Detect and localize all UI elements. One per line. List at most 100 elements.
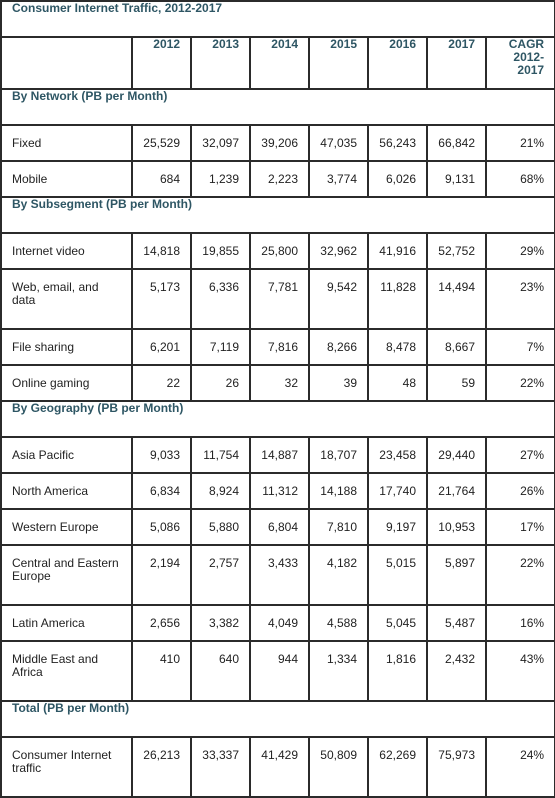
value-cell-2016: 11,828 [367, 268, 428, 330]
table-row: Fixed 25,529 32,097 39,206 47,035 56,243 66,84… [0, 124, 555, 162]
value-cell-2012: 410 [131, 640, 192, 702]
value-cell-2016: 56,243 [367, 124, 428, 162]
value-cell-2016: 5,045 [367, 604, 428, 642]
value-cell-2013: 640 [190, 640, 251, 702]
value-cell-2017: 52,752 [426, 232, 487, 270]
value-cell-2015: 9,542 [308, 268, 369, 330]
value-cell-2016: 1,816 [367, 640, 428, 702]
value-cell-2013: 2,757 [190, 544, 251, 606]
title-row: Consumer Internet Traffic, 2012-2017 [0, 0, 555, 38]
table-row: Western Europe 5,086 5,880 6,804 7,810 9,197 1… [0, 508, 555, 546]
row-label: Web, email, and data [0, 268, 133, 330]
value-cell-2013: 26 [190, 364, 251, 402]
value-cell-2015: 39 [308, 364, 369, 402]
value-cell-2014: 2,223 [249, 160, 310, 198]
value-cell-2013: 5,880 [190, 508, 251, 546]
value-cell-2015: 18,707 [308, 436, 369, 474]
value-cell-2016: 23,458 [367, 436, 428, 474]
value-cell-2017: 10,953 [426, 508, 487, 546]
value-cell-2017: 5,897 [426, 544, 487, 606]
cagr-cell: 22% [484, 544, 555, 606]
value-cell-2012: 6,834 [131, 472, 192, 510]
value-cell-2017: 66,842 [426, 124, 487, 162]
value-cell-2012: 2,194 [131, 544, 192, 606]
value-cell-2012: 5,086 [131, 508, 192, 546]
value-cell-2014: 41,429 [249, 736, 310, 798]
table-row: Asia Pacific 9,033 11,754 14,887 18,707 23,45… [0, 436, 555, 474]
value-cell-2013: 1,239 [190, 160, 251, 198]
header-year-2014: 2014 [249, 36, 310, 90]
value-cell-2014: 7,816 [249, 328, 310, 366]
value-cell-2015: 47,035 [308, 124, 369, 162]
value-cell-2015: 4,182 [308, 544, 369, 606]
value-cell-2013: 3,382 [190, 604, 251, 642]
section-heading: Total (PB per Month) [0, 700, 555, 738]
value-cell-2016: 5,015 [367, 544, 428, 606]
value-cell-2012: 5,173 [131, 268, 192, 330]
value-cell-2013: 33,337 [190, 736, 251, 798]
value-cell-2017: 9,131 [426, 160, 487, 198]
header-cagr-line-3: 2017 [517, 63, 545, 77]
table-row: Internet video 14,818 19,855 25,800 32,962 41… [0, 232, 555, 270]
cagr-cell: 24% [484, 736, 555, 798]
value-cell-2017: 2,432 [426, 640, 487, 702]
value-cell-2014: 944 [249, 640, 310, 702]
row-label: Fixed [0, 124, 133, 162]
value-cell-2014: 6,804 [249, 508, 310, 546]
value-cell-2012: 25,529 [131, 124, 192, 162]
table-row: Mobile 684 1,239 2,223 3,774 6,026 9,131 68% [0, 160, 555, 198]
value-cell-2015: 14,188 [308, 472, 369, 510]
value-cell-2015: 50,809 [308, 736, 369, 798]
value-cell-2012: 6,201 [131, 328, 192, 366]
table-row: Web, email, and data 5,173 6,336 7,781 9,542… [0, 268, 555, 330]
value-cell-2012: 9,033 [131, 436, 192, 474]
section-row: By Network (PB per Month) [0, 88, 555, 126]
value-cell-2017: 14,494 [426, 268, 487, 330]
value-cell-2016: 62,269 [367, 736, 428, 798]
value-cell-2013: 8,924 [190, 472, 251, 510]
value-cell-2012: 26,213 [131, 736, 192, 798]
value-cell-2015: 4,588 [308, 604, 369, 642]
value-cell-2012: 14,818 [131, 232, 192, 270]
header-cagr: CAGR 2012- 2017 [484, 36, 555, 90]
value-cell-2014: 7,781 [249, 268, 310, 330]
value-cell-2014: 32 [249, 364, 310, 402]
value-cell-2016: 17,740 [367, 472, 428, 510]
value-cell-2013: 6,336 [190, 268, 251, 330]
value-cell-2014: 4,049 [249, 604, 310, 642]
section-row: By Subsegment (PB per Month) [0, 196, 555, 234]
value-cell-2014: 14,887 [249, 436, 310, 474]
row-label: Internet video [0, 232, 133, 270]
value-cell-2015: 32,962 [308, 232, 369, 270]
value-cell-2017: 29,440 [426, 436, 487, 474]
cagr-cell: 27% [484, 436, 555, 474]
value-cell-2016: 41,916 [367, 232, 428, 270]
table-row: Consumer Internet traffic 26,213 33,337 41,… [0, 736, 555, 798]
cagr-cell: 21% [484, 124, 555, 162]
cagr-cell: 23% [484, 268, 555, 330]
table-row: Middle East and Africa 410 640 944 1,334 1,81… [0, 640, 555, 702]
table-row: Latin America 2,656 3,382 4,049 4,588 5,045 5,… [0, 604, 555, 642]
value-cell-2017: 59 [426, 364, 487, 402]
section-heading: By Subsegment (PB per Month) [0, 196, 555, 234]
value-cell-2015: 3,774 [308, 160, 369, 198]
cagr-cell: 7% [484, 328, 555, 366]
row-label: North America [0, 472, 133, 510]
section-heading: By Network (PB per Month) [0, 88, 555, 126]
section-row: By Geography (PB per Month) [0, 400, 555, 438]
value-cell-2016: 9,197 [367, 508, 428, 546]
value-cell-2017: 5,487 [426, 604, 487, 642]
value-cell-2013: 32,097 [190, 124, 251, 162]
table-row: North America 6,834 8,924 11,312 14,188 17,74… [0, 472, 555, 510]
value-cell-2012: 684 [131, 160, 192, 198]
value-cell-2016: 8,478 [367, 328, 428, 366]
value-cell-2012: 22 [131, 364, 192, 402]
value-cell-2013: 11,754 [190, 436, 251, 474]
section-heading: By Geography (PB per Month) [0, 400, 555, 438]
cagr-cell: 29% [484, 232, 555, 270]
row-label: Mobile [0, 160, 133, 198]
value-cell-2014: 3,433 [249, 544, 310, 606]
row-label: Consumer Internet traffic [0, 736, 133, 798]
cagr-cell: 17% [484, 508, 555, 546]
value-cell-2017: 75,973 [426, 736, 487, 798]
